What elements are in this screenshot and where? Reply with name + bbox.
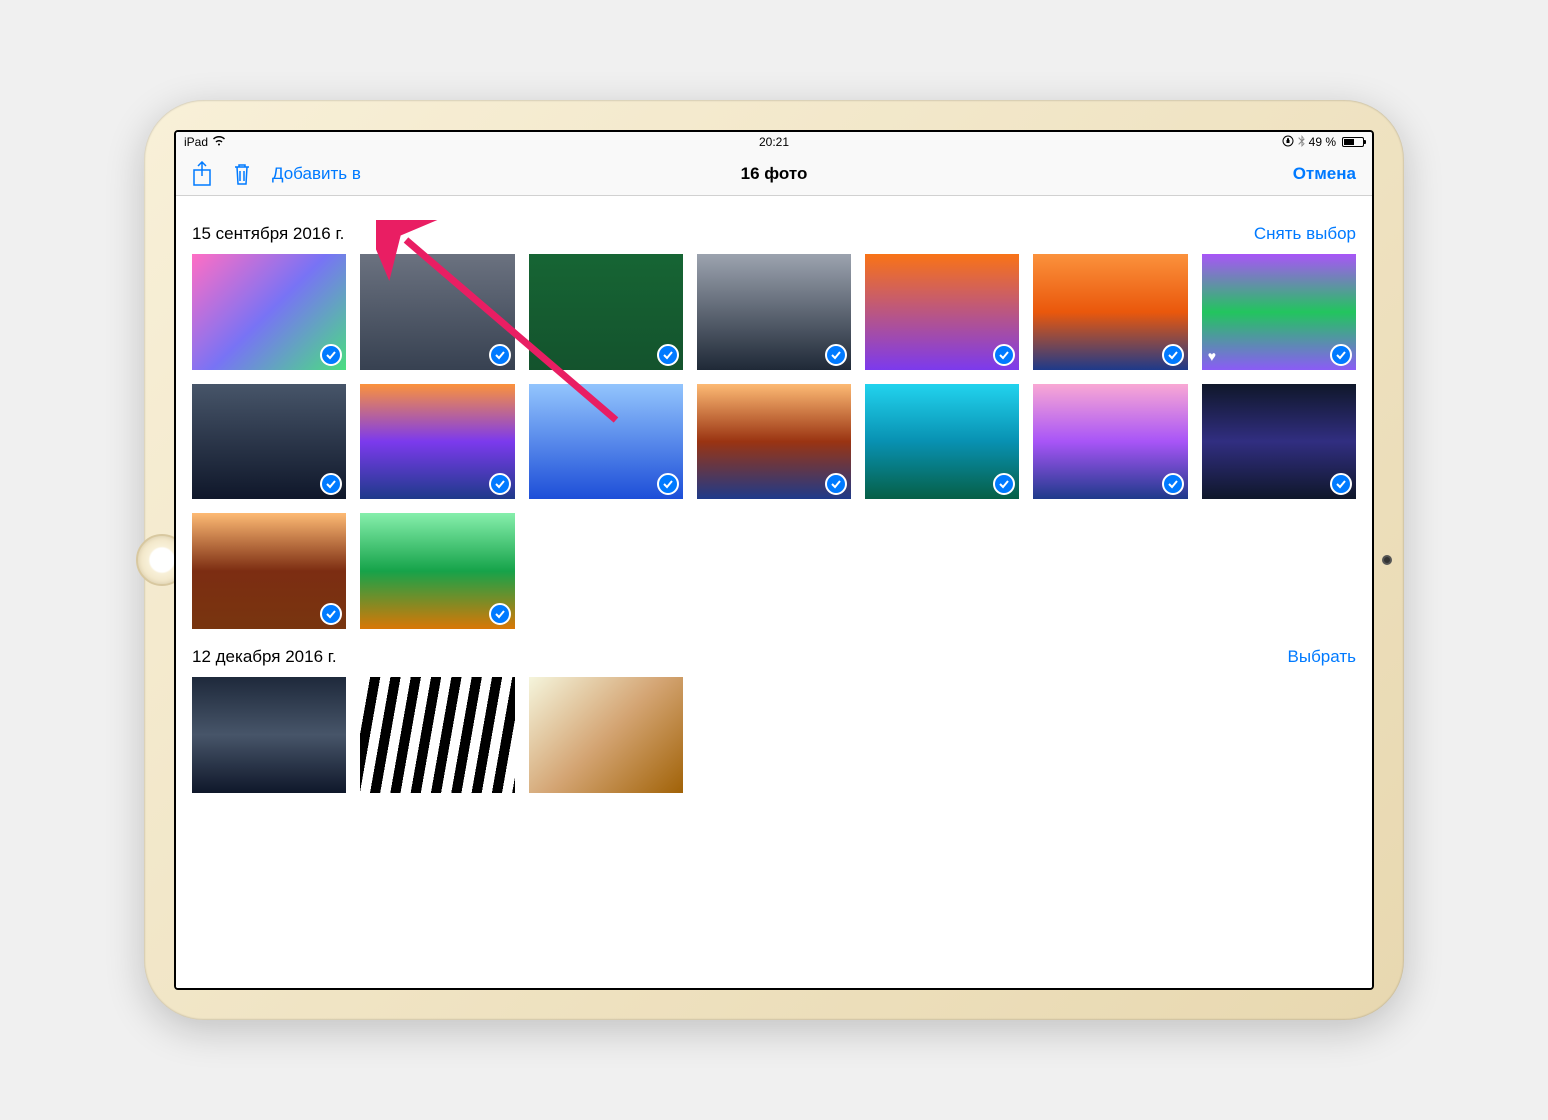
photo-thumbnail[interactable] <box>360 513 514 629</box>
selected-checkmark-icon <box>1330 473 1352 495</box>
photo-thumbnail[interactable] <box>529 254 683 370</box>
selected-checkmark-icon <box>657 473 679 495</box>
section-date-title: 12 декабря 2016 г. <box>192 647 337 667</box>
selected-checkmark-icon <box>489 473 511 495</box>
selected-checkmark-icon <box>657 344 679 366</box>
photo-thumbnail[interactable] <box>865 254 1019 370</box>
navigation-bar: Добавить в 16 фото Отмена <box>176 152 1372 196</box>
wifi-icon <box>212 136 226 149</box>
photo-thumbnail[interactable] <box>1033 254 1187 370</box>
battery-percent: 49 % <box>1309 135 1336 149</box>
photo-thumbnail[interactable] <box>1033 384 1187 500</box>
status-bar: iPad 20:21 49 % <box>176 132 1372 152</box>
photo-thumbnail[interactable] <box>360 384 514 500</box>
photo-thumbnail[interactable] <box>529 677 683 793</box>
selected-checkmark-icon <box>489 344 511 366</box>
camera-dot <box>1382 555 1392 565</box>
orientation-lock-icon <box>1282 135 1294 150</box>
photo-thumbnail[interactable] <box>192 513 346 629</box>
selection-count-title: 16 фото <box>741 164 808 184</box>
photo-thumbnail[interactable] <box>529 384 683 500</box>
selected-checkmark-icon <box>320 344 342 366</box>
selected-checkmark-icon <box>1330 344 1352 366</box>
select-all-button[interactable]: Выбрать <box>1288 647 1356 667</box>
photo-thumbnail[interactable] <box>865 384 1019 500</box>
bluetooth-icon <box>1298 135 1305 150</box>
photos-scroll-area[interactable]: 15 сентября 2016 г. Снять выбор ♥ 12 декабр… <box>176 196 1372 988</box>
device-label: iPad <box>184 135 208 149</box>
selected-checkmark-icon <box>825 473 847 495</box>
ipad-device-frame: iPad 20:21 49 % <box>144 100 1404 1020</box>
photo-thumbnail[interactable]: ♥ <box>1202 254 1356 370</box>
photo-grid: ♥ <box>192 254 1356 629</box>
favorite-heart-icon: ♥ <box>1208 348 1216 364</box>
selected-checkmark-icon <box>489 603 511 625</box>
photo-thumbnail[interactable] <box>192 254 346 370</box>
selected-checkmark-icon <box>993 344 1015 366</box>
photo-thumbnail[interactable] <box>192 384 346 500</box>
screen: iPad 20:21 49 % <box>174 130 1374 990</box>
photo-thumbnail[interactable] <box>192 677 346 793</box>
selected-checkmark-icon <box>993 473 1015 495</box>
section-date-title: 15 сентября 2016 г. <box>192 224 344 244</box>
photo-thumbnail[interactable] <box>360 254 514 370</box>
section-header: 12 декабря 2016 г. Выбрать <box>192 629 1356 677</box>
photo-thumbnail[interactable] <box>697 384 851 500</box>
photo-thumbnail[interactable] <box>697 254 851 370</box>
selected-checkmark-icon <box>1162 473 1184 495</box>
section-header: 15 сентября 2016 г. Снять выбор <box>192 206 1356 254</box>
clock: 20:21 <box>759 135 789 149</box>
photo-thumbnail[interactable] <box>1202 384 1356 500</box>
photo-grid <box>192 677 1356 793</box>
selected-checkmark-icon <box>320 603 342 625</box>
share-icon[interactable] <box>192 161 212 187</box>
photo-thumbnail[interactable] <box>360 677 514 793</box>
selected-checkmark-icon <box>1162 344 1184 366</box>
deselect-all-button[interactable]: Снять выбор <box>1254 224 1356 244</box>
battery-icon <box>1342 137 1364 147</box>
selected-checkmark-icon <box>825 344 847 366</box>
add-to-button[interactable]: Добавить в <box>272 164 361 184</box>
trash-icon[interactable] <box>232 162 252 186</box>
selected-checkmark-icon <box>320 473 342 495</box>
cancel-button[interactable]: Отмена <box>1293 164 1356 184</box>
